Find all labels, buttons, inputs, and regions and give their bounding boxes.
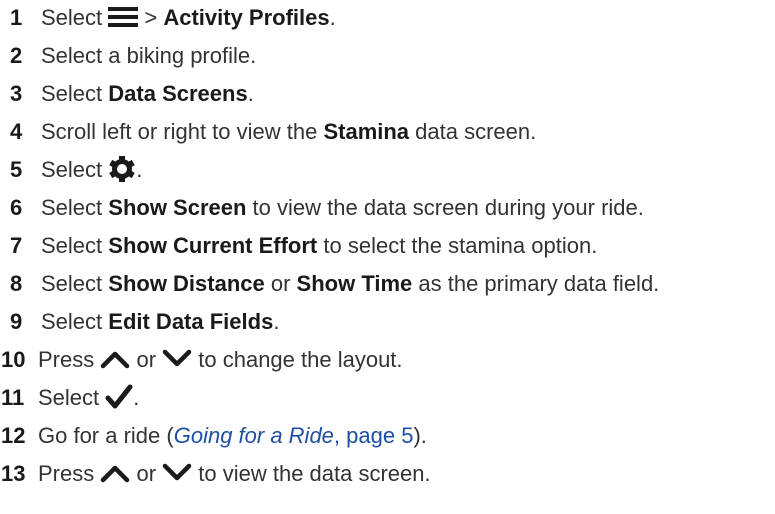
step-text: Press (38, 461, 101, 486)
step-number: 9 (10, 309, 23, 334)
step-text: Select (41, 5, 109, 30)
going-for-a-ride-link[interactable]: Going for a Ride, page 5 (174, 423, 414, 448)
step-3: 3 Select Data Screens. (0, 78, 254, 110)
step-5: 5 Select . (0, 154, 142, 186)
step-number: 5 (10, 157, 23, 182)
step-4: 4 Scroll left or right to view the Stamin… (0, 116, 536, 148)
menu-item-activity-profiles: Activity Profiles (163, 5, 330, 30)
menu-item-data-screens: Data Screens (108, 81, 248, 106)
step-number: 2 (10, 43, 23, 68)
step-text: to change the layout. (192, 347, 403, 372)
step-text: Scroll left or right to view the (41, 119, 324, 144)
step-number: 13 (1, 461, 26, 486)
step-6: 6 Select Show Screen to view the data scr… (0, 192, 644, 224)
step-text: Select (41, 233, 109, 258)
step-text: . (136, 157, 143, 182)
step-number: 11 (1, 385, 25, 410)
step-text: Select (41, 271, 109, 296)
step-text: . (329, 5, 336, 30)
step-2: 2 Select a biking profile. (0, 40, 256, 72)
step-8: 8 Select Show Distance or Show Time as th… (0, 268, 659, 300)
step-number: 8 (10, 271, 23, 296)
step-10: 10 Press or to change the layout. (0, 344, 403, 376)
step-number: 12 (1, 423, 26, 448)
step-text: . (247, 81, 254, 106)
chevron-down-icon (162, 463, 192, 483)
step-text: or (264, 271, 297, 296)
step-text: Select (41, 195, 109, 220)
menu-item-edit-data-fields: Edit Data Fields (108, 309, 274, 334)
step-7: 7 Select Show Current Effort to select th… (0, 230, 597, 262)
chevron-down-icon (162, 349, 192, 369)
step-text: Select (41, 157, 109, 182)
step-text: or (130, 347, 163, 372)
step-text: Press (38, 347, 101, 372)
checkmark-icon (105, 384, 133, 410)
menu-icon (108, 6, 139, 28)
step-text: or (130, 461, 163, 486)
step-number: 6 (10, 195, 23, 220)
menu-item-show-distance: Show Distance (108, 271, 265, 296)
chevron-up-icon (100, 349, 130, 369)
step-number: 7 (10, 233, 23, 258)
step-text: Select (41, 309, 109, 334)
step-12: 12 Go for a ride (Going for a Ride, page … (0, 420, 427, 452)
gear-icon (108, 155, 136, 183)
step-1: 1 Select > Activity Profiles. (0, 2, 336, 34)
step-text: to view the data screen during your ride… (246, 195, 644, 220)
step-number: 10 (1, 347, 26, 372)
menu-item-show-time: Show Time (296, 271, 413, 296)
link-page-ref: , page 5 (333, 423, 414, 448)
step-number: 3 (10, 81, 23, 106)
step-text: . (273, 309, 280, 334)
step-text: > (138, 5, 164, 30)
step-text: as the primary data field. (412, 271, 660, 296)
step-number: 4 (10, 119, 23, 144)
step-text: to view the data screen. (192, 461, 431, 486)
step-text: Select (41, 81, 109, 106)
step-text: Select a biking profile. (41, 43, 257, 68)
step-text: Select (38, 385, 106, 410)
step-text: . (133, 385, 140, 410)
step-text: ). (413, 423, 427, 448)
stamina-label: Stamina (323, 119, 410, 144)
step-text: Go for a ride ( (38, 423, 174, 448)
menu-item-show-screen: Show Screen (108, 195, 247, 220)
step-11: 11 Select . (0, 382, 139, 414)
chevron-up-icon (100, 463, 130, 483)
step-13: 13 Press or to view the data screen. (0, 458, 431, 490)
step-9: 9 Select Edit Data Fields. (0, 306, 279, 338)
link-title: Going for a Ride (173, 423, 334, 448)
step-text: data screen. (409, 119, 537, 144)
menu-item-show-current-effort: Show Current Effort (108, 233, 318, 258)
step-text: to select the stamina option. (317, 233, 598, 258)
step-number: 1 (10, 5, 23, 30)
